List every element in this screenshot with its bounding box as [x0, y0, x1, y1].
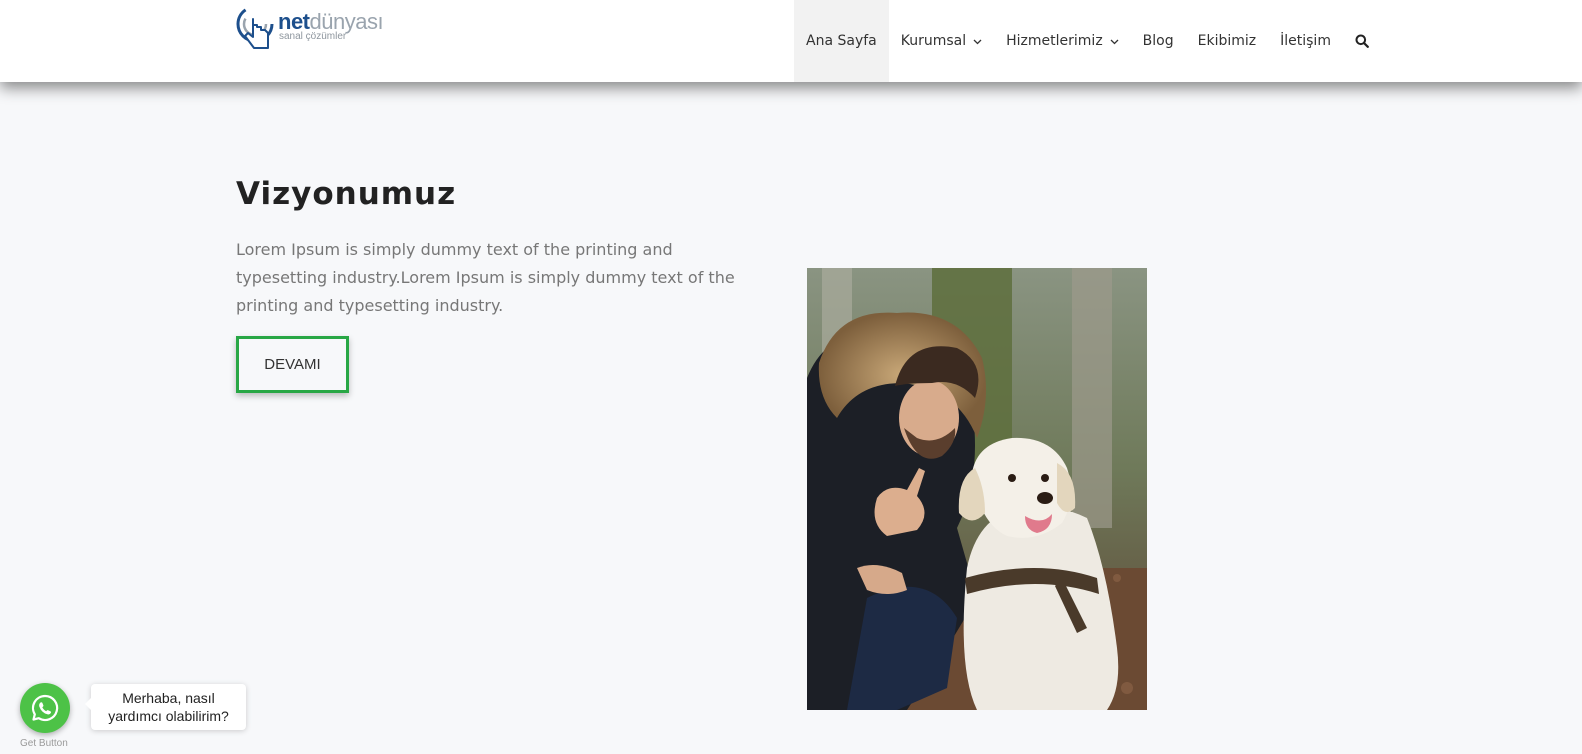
- site-header: netdünyası sanal çözümler Ana Sayfa Kuru…: [0, 0, 1582, 82]
- nav-item-ana-sayfa[interactable]: Ana Sayfa: [794, 0, 889, 82]
- site-logo[interactable]: netdünyası sanal çözümler: [236, 5, 396, 61]
- whatsapp-greeting-bubble[interactable]: Merhaba, nasıl yardımcı olabilirim?: [85, 684, 246, 730]
- whatsapp-caption[interactable]: Get Button: [20, 738, 74, 749]
- whatsapp-icon: [31, 694, 59, 722]
- hand-pointer-logo-icon: [236, 5, 276, 59]
- chevron-down-icon: [1110, 38, 1119, 48]
- search-icon[interactable]: [1343, 0, 1381, 82]
- section-description: Lorem Ipsum is simply dummy text of the …: [236, 240, 735, 315]
- chevron-down-icon: [973, 38, 982, 48]
- nav-item-label: Kurumsal: [900, 33, 967, 49]
- nav-item-hizmetlerimiz[interactable]: Hizmetlerimiz: [994, 0, 1131, 82]
- whatsapp-button[interactable]: [20, 683, 70, 733]
- man-with-dog-photo: [807, 268, 1147, 710]
- devami-button[interactable]: DEVAMI: [236, 336, 349, 393]
- nav-item-label: Ana Sayfa: [806, 33, 877, 49]
- nav-item-ekibimiz[interactable]: Ekibimiz: [1186, 0, 1269, 82]
- main-nav: Ana Sayfa Kurumsal Hizmetlerimiz Blog Ek…: [794, 0, 1381, 82]
- greeting-line-1: Merhaba, nasıl: [122, 690, 215, 706]
- nav-item-iletisim[interactable]: İletişim: [1268, 0, 1343, 82]
- greeting-line-2: yardımcı olabilirim?: [108, 708, 229, 724]
- nav-item-label: Blog: [1142, 33, 1174, 49]
- nav-item-label: Ekibimiz: [1197, 33, 1257, 49]
- nav-item-label: Hizmetlerimiz: [1006, 33, 1103, 49]
- nav-item-label: İletişim: [1280, 33, 1331, 49]
- nav-item-blog[interactable]: Blog: [1131, 0, 1186, 82]
- section-title: Vizyonumuz: [236, 176, 457, 212]
- nav-item-kurumsal[interactable]: Kurumsal: [889, 0, 994, 82]
